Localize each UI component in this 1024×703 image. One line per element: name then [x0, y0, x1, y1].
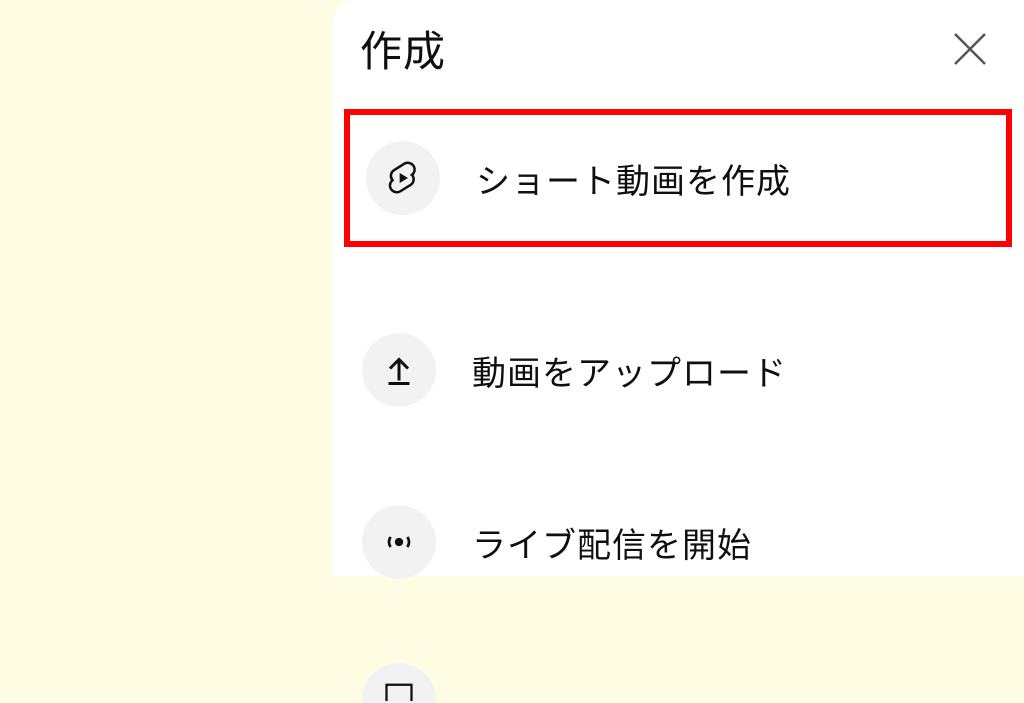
icon-circle [362, 333, 436, 407]
close-icon [950, 29, 990, 69]
icon-circle [366, 141, 440, 215]
options-list: ショート動画を作成 動画をアップロード [332, 109, 1024, 703]
panel-title: 作成 [360, 18, 446, 79]
icon-circle [362, 663, 436, 703]
options-inner: 動画をアップロード ライブ配信を開始 [344, 319, 1012, 703]
close-button[interactable] [944, 23, 996, 75]
live-icon [379, 522, 419, 562]
option-go-live[interactable]: ライブ配信を開始 [362, 491, 1012, 593]
icon-circle [362, 505, 436, 579]
option-label: ライブ配信を開始 [472, 518, 752, 567]
shorts-icon [383, 158, 423, 198]
option-create-short[interactable]: ショート動画を作成 [344, 109, 1012, 247]
option-partial[interactable] [362, 663, 1012, 703]
option-upload-video[interactable]: 動画をアップロード [362, 319, 1012, 421]
option-label: ショート動画を作成 [476, 154, 791, 203]
upload-icon [381, 352, 417, 388]
post-icon [384, 681, 414, 701]
option-label: 動画をアップロード [472, 346, 787, 395]
panel-header: 作成 [332, 0, 1024, 109]
create-panel: 作成 ショート動画を作成 [332, 0, 1024, 576]
